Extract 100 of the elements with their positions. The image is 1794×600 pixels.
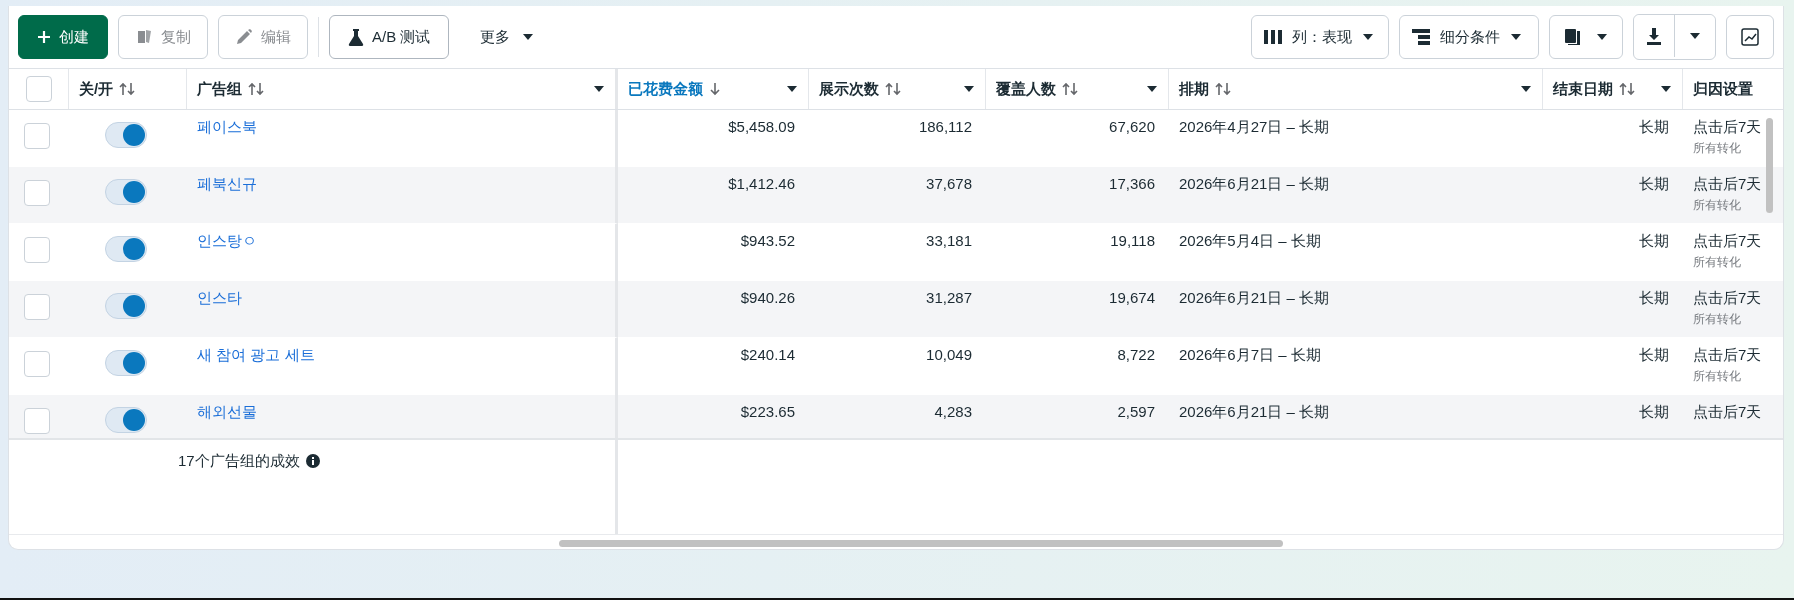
sort-icon[interactable] [1062,82,1078,96]
ad-set-link[interactable]: 인스탕ㅇ [197,232,257,249]
reports-button[interactable] [1549,15,1623,59]
column-label: 已花费金额 [628,79,703,99]
create-button[interactable]: 创建 [18,15,108,59]
plus-icon [37,30,51,44]
column-header[interactable]: 已花费金额 [618,69,809,109]
caret-icon [593,85,605,93]
toggle-switch[interactable] [105,122,147,148]
breakdown-icon [1412,29,1430,45]
caret-icon [1146,85,1158,93]
sort-icon[interactable] [1619,82,1635,96]
caret-icon [963,85,975,93]
schedule-cell: 2026年6月7日 – 长期 [1179,346,1321,363]
ad-set-link[interactable]: 해외선물 [197,403,257,420]
row-checkbox[interactable] [24,237,50,263]
column-header[interactable]: 展示次数 [809,69,986,109]
impressions-cell: 31,287 [926,289,972,306]
caret-icon [1660,85,1672,93]
toggle-switch[interactable] [105,293,147,319]
chart-icon [1741,28,1759,46]
schedule-cell: 2026年6月21日 – 长期 [1179,175,1330,192]
row-checkbox[interactable] [24,180,50,206]
caret-icon [1520,85,1532,93]
end-date-cell: 长期 [1639,289,1669,306]
attribution-cell-text: 点击后7天 [1693,118,1763,137]
toggle-switch[interactable] [105,236,147,262]
column-label: 结束日期 [1553,79,1613,99]
reports-icon [1564,28,1582,46]
attribution-note: 所有转化 [1693,254,1742,271]
pencil-icon [235,28,253,46]
reach-cell: 19,674 [1109,289,1155,306]
column-header[interactable]: 广告组 [187,69,618,109]
impressions-cell: 10,049 [926,346,972,363]
reach-cell: 2,597 [1117,403,1155,420]
spent-cell: $5,458.09 [728,118,795,135]
column-header[interactable]: 关/开 [69,69,187,109]
column-label: 广告组 [197,79,242,99]
test-button[interactable]: A/B 测试 [329,15,450,59]
ad-set-link[interactable]: 인스타 [197,289,242,306]
attribution-note: 所有转化 [1693,140,1742,157]
column-label: 排期 [1179,79,1209,99]
vertical-scrollbar[interactable] [1766,118,1773,213]
download-icon [1646,27,1662,45]
spent-cell: $223.65 [740,403,795,420]
column-header[interactable]: 归因设置 [1683,69,1783,109]
reach-cell: 67,620 [1109,118,1155,135]
select-all-checkbox[interactable] [25,76,52,102]
attribution-cell-text: 点击后7天 [1693,175,1763,194]
attribution-cell-text: 点击后7天 [1693,289,1763,308]
row-checkbox[interactable] [24,408,50,434]
column-header[interactable]: 结束日期 [1543,69,1683,109]
schedule-cell: 2026年6月21日 – 长期 [1179,289,1330,306]
row-checkbox[interactable] [24,123,50,149]
end-date-cell: 长期 [1639,403,1669,420]
end-date-cell: 长期 [1639,175,1669,192]
sort-icon[interactable] [119,82,136,96]
breakdown-button[interactable]: 细分条件 [1399,15,1539,59]
column-header[interactable]: 覆盖人数 [986,69,1169,109]
toggle-switch[interactable] [105,179,147,205]
sort-icon[interactable] [885,82,901,96]
attribution-note: 所有转化 [1693,311,1742,328]
columns-button[interactable]: 列：表现 [1251,15,1389,59]
end-date-cell: 长期 [1639,118,1669,135]
toggle-switch[interactable] [105,350,147,376]
schedule-cell: 2026年5月4日 – 长期 [1179,232,1321,249]
reach-cell: 8,722 [1117,346,1155,363]
row-checkbox[interactable] [24,294,50,320]
row-checkbox[interactable] [24,351,50,377]
reach-cell: 17,366 [1109,175,1155,192]
impressions-cell: 4,283 [934,403,972,420]
column-label: 关/开 [79,79,114,99]
ad-set-link[interactable]: 페북신규 [197,175,257,192]
impressions-cell: 186,112 [918,118,972,135]
end-date-cell: 长期 [1639,232,1669,249]
chart-button[interactable] [1726,15,1774,59]
caret-icon [522,33,535,41]
sort-down-icon[interactable] [709,82,721,96]
flask-icon [348,28,364,46]
impressions-cell: 37,678 [926,175,972,192]
sort-icon[interactable] [1215,82,1231,96]
spent-cell: $1,412.46 [728,175,795,192]
column-header[interactable]: 排期 [1169,69,1543,109]
toggle-switch[interactable] [105,407,147,433]
attribution-cell-text: 点击后7天 [1693,232,1763,251]
columns-icon [1264,30,1282,44]
horizontal-scrollbar[interactable] [559,540,1283,547]
ad-set-link[interactable]: 페이스북 [197,118,257,135]
schedule-cell: 2026年6月21日 – 长期 [1179,403,1330,420]
attribution-cell-text: 点击后7天 [1693,403,1763,422]
column-label: 展示次数 [819,79,879,99]
caret-icon [1689,32,1701,40]
sort-icon[interactable] [248,82,264,96]
ad-set-link[interactable]: 새 참여 광고 세트 [197,346,315,363]
spent-cell: $240.14 [740,346,795,363]
info-icon[interactable] [305,454,320,468]
caret-icon [1362,33,1374,41]
attribution-note: 所有转化 [1693,368,1742,385]
reach-cell: 19,118 [1110,232,1155,249]
caret-icon [786,85,798,93]
